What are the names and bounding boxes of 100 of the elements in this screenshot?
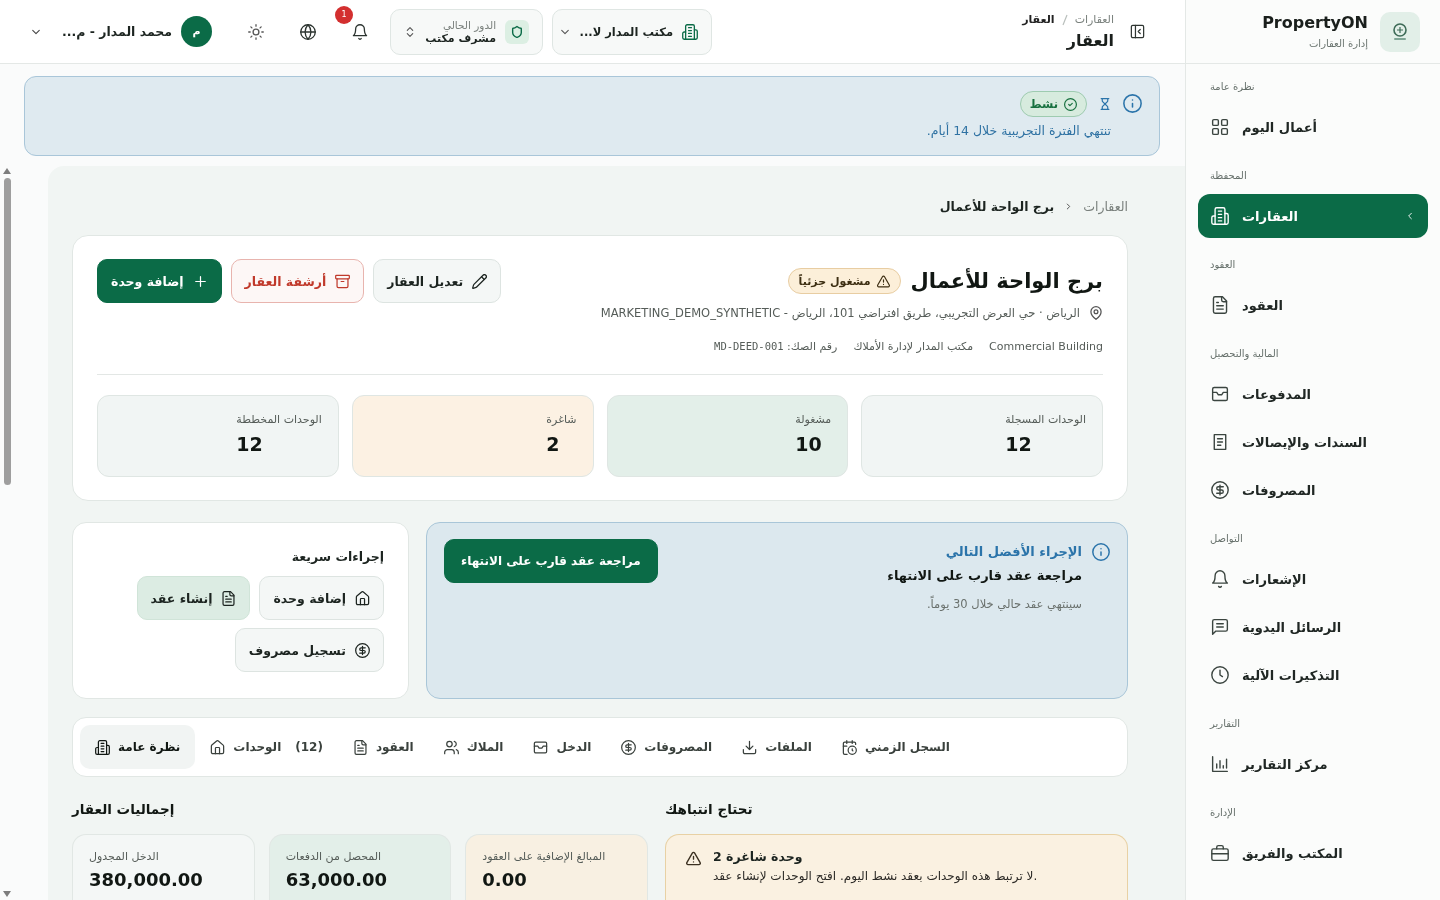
stat-label: الوحدات المسجلة <box>1005 413 1086 426</box>
grid-icon <box>1211 118 1229 136</box>
sidebar-item[interactable]: السندات والإيصالات <box>1198 420 1428 464</box>
stat-value: 12 <box>236 433 263 455</box>
building-icon <box>95 739 110 755</box>
sun-icon[interactable] <box>248 23 265 40</box>
property-type: Commercial Building <box>989 339 1103 353</box>
attention-description: لا ترتبط هذه الوحدات بعقد نشط اليوم. افتح الوحدات لإنشاء عقد. <box>713 869 1038 883</box>
status-label: مشغول جزئياً <box>798 274 871 288</box>
trial-message: تنتهي الفترة التجريبية خلال 14 أيام. <box>926 123 1111 138</box>
dollar-icon <box>355 642 370 658</box>
property-address: الرياض · حي العرض التجريبي، طريق افتراضي 101، الرياض - MARKETING_DEMO_SYNTHETIC <box>600 306 1080 320</box>
sidebar-item[interactable]: المصروفات <box>1198 468 1428 512</box>
bell-icon[interactable] <box>352 23 369 40</box>
inbox-icon <box>1211 385 1229 403</box>
total-value: 0.00 <box>482 869 528 890</box>
sidebar-toggle-icon[interactable] <box>1130 24 1145 39</box>
tab[interactable]: نظرة عامة <box>80 725 196 769</box>
briefcase-icon <box>1211 844 1229 862</box>
sidebar-item[interactable]: المكتب والفريق <box>1198 831 1428 875</box>
tab[interactable]: الدخل <box>518 725 607 769</box>
hourglass-icon <box>1099 96 1111 112</box>
globe-icon[interactable] <box>300 23 317 40</box>
house-icon <box>355 590 370 606</box>
next-action-title: مراجعة عقد قارب على الانتهاء <box>887 568 1082 583</box>
total-label: المحصل من الدفعات <box>285 850 383 863</box>
sidebar-section-label: نظرة عامة <box>1209 80 1256 94</box>
edit-button[interactable]: تعديل العقار <box>373 259 502 303</box>
total-label: المبالغ الإضافية على العقود <box>482 850 607 863</box>
tab[interactable]: السجل الزمني <box>826 725 965 769</box>
download-icon <box>742 739 758 755</box>
stat-value: 12 <box>1005 433 1032 455</box>
document-icon <box>352 739 368 755</box>
sidebar-item[interactable]: مركز التقارير <box>1198 742 1428 786</box>
building-icon <box>1211 207 1229 225</box>
pencil-icon <box>472 273 488 289</box>
location-pin-icon <box>1089 306 1103 320</box>
tab[interactable]: العقود <box>337 725 429 769</box>
sidebar-item[interactable]: الرسائل اليدوية <box>1198 605 1428 649</box>
create-contract-button[interactable]: إنشاء عقد <box>136 576 251 620</box>
tab[interactable]: المصروفات <box>606 725 728 769</box>
attention-title: وحدة شاغرة 2 <box>713 849 804 864</box>
user-menu[interactable]: م محمد المدار - م... <box>30 16 213 47</box>
logo-icon <box>1380 11 1420 52</box>
page-title: العقار <box>1065 30 1114 51</box>
chevron-left-icon <box>1405 211 1415 221</box>
tab[interactable]: الملاك <box>428 725 519 769</box>
archive-icon <box>335 273 351 289</box>
scroll-down-icon[interactable] <box>3 891 11 897</box>
sidebar-section-label: التقارير <box>1208 717 1242 731</box>
total-value: 63,000.00 <box>285 869 389 890</box>
total-value: 380,000.00 <box>89 869 204 890</box>
sidebar-item[interactable]: العقارات <box>1198 194 1428 238</box>
info-icon <box>1092 543 1110 561</box>
avatar: م <box>181 16 213 47</box>
office-select[interactable]: مكتب المدار لا... <box>552 8 713 55</box>
archive-button[interactable]: أرشفة العقار <box>230 259 365 303</box>
document-icon <box>1211 296 1229 314</box>
stat-label: مشغولة <box>795 413 832 426</box>
sidebar-item[interactable]: المدفوعات <box>1198 372 1428 416</box>
total-label: الدخل المجدول <box>89 850 160 863</box>
add-unit-button[interactable]: إضافة وحدة <box>97 259 222 303</box>
dollar-icon <box>1211 481 1229 499</box>
warning-icon <box>876 274 890 288</box>
sidebar-section-label: المالية والتحصيل <box>1209 347 1280 362</box>
add-unit-button[interactable]: إضافة وحدة <box>259 576 384 620</box>
breadcrumb-link[interactable]: العقارات <box>1083 198 1128 214</box>
breadcrumb-current: العقار <box>1022 12 1055 27</box>
scrollbar-thumb[interactable] <box>3 178 11 485</box>
bell-icon <box>1211 570 1229 588</box>
status-label: نشط <box>1029 97 1058 111</box>
notification-count: 1 <box>335 5 354 24</box>
sidebar-item[interactable]: الإشعارات <box>1198 557 1428 601</box>
receipt-icon <box>1211 433 1229 451</box>
bar-chart-icon <box>1211 755 1229 773</box>
sidebar-item[interactable]: العقود <box>1198 283 1428 327</box>
stat-value: 10 <box>795 433 822 455</box>
breadcrumb-link[interactable]: العقارات <box>1074 12 1114 27</box>
review-contract-button[interactable]: مراجعة عقد قارب على الانتهاء <box>444 539 658 583</box>
sidebar-section-label: المحفظة <box>1209 169 1248 183</box>
sidebar-item[interactable]: التذكيرات الآلية <box>1198 653 1428 697</box>
users-icon <box>443 739 459 755</box>
property-title: برج الواحة للأعمال <box>910 269 1103 293</box>
house-icon <box>210 739 226 755</box>
info-icon <box>1123 94 1142 113</box>
check-circle-icon <box>1064 97 1077 111</box>
document-icon <box>221 590 237 606</box>
brand-name: PropertyON <box>1262 13 1368 33</box>
tab[interactable]: الملفات <box>727 725 827 769</box>
role-select[interactable]: الدور الحالي مشرف مكتب <box>390 8 544 55</box>
plus-icon <box>192 273 208 289</box>
shield-icon <box>505 19 530 44</box>
quick-actions-title: إجراءات سريعة <box>290 549 384 564</box>
clock-icon <box>1211 666 1229 684</box>
record-expense-button[interactable]: تسجيل مصروف <box>234 628 384 672</box>
inbox-icon <box>533 739 549 755</box>
dollar-icon <box>621 739 637 755</box>
sidebar-item[interactable]: أعمال اليوم <box>1198 105 1428 149</box>
warning-icon <box>686 851 701 866</box>
sidebar-section-label: التواصل <box>1209 532 1244 546</box>
